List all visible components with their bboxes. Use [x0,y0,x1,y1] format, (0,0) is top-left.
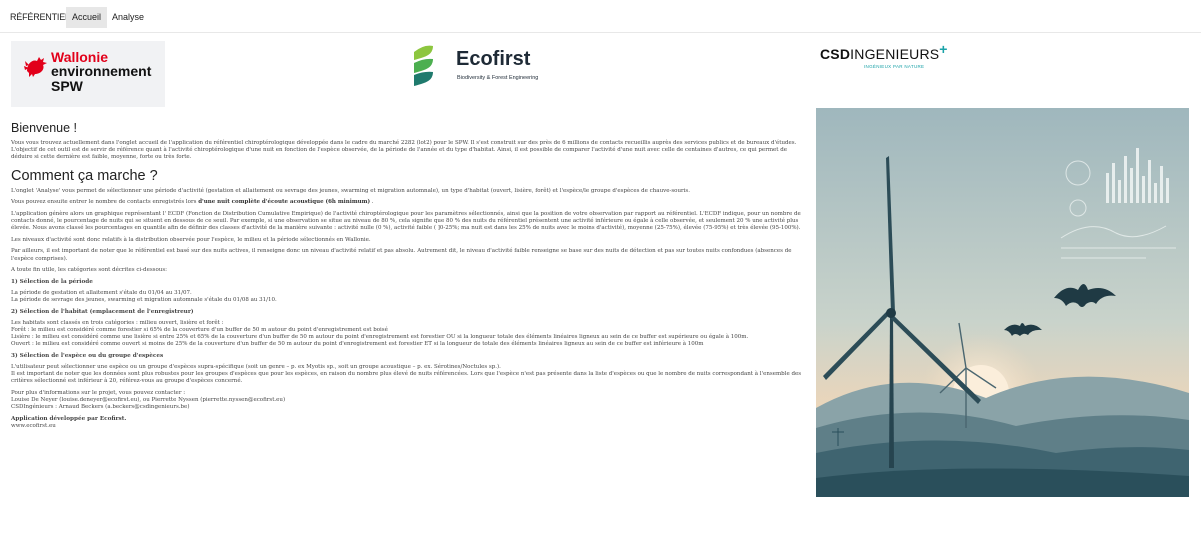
website-link[interactable]: www.ecofirst.eu [11,423,804,430]
period-line1: La période de gestation et allaitement s… [11,289,192,296]
ecofirst-leaf-icon [414,45,433,86]
how-p3: L'application génère alors un graphique … [11,210,801,232]
section-period-text: La période de gestation et allaitement s… [11,290,804,304]
contact-block: Pour plus d'informations sur le projet, … [11,390,804,412]
ecofirst-logo: Ecofirst Biodiversity & Forest Engineeri… [412,40,582,90]
habitat-line3: Lisière : le milieu est considéré comme … [11,333,749,340]
how-p2-bold: d'une nuit complète d'écoute acoustique … [198,199,371,206]
how-p4: Les niveaux d'activité sont donc relatif… [11,236,371,243]
csd-logo: CSDINGENIEURS+ INGÉNIEUX PAR NATURE [820,41,980,76]
section-species-title: 3) Sélection de l'espèce ou du groupe d'… [11,352,164,359]
csd-name-bold: CSD [820,46,851,62]
csd-tagline: INGÉNIEUX PAR NATURE [864,64,925,69]
how-p6: A toute fin utile, les catégories sont d… [11,267,167,274]
section-habitat-text: Les habitats sont classés en trois catég… [11,320,804,349]
how-title: Comment ça marche ? [11,167,158,184]
how-p2: Vous pouvez ensuite entrer le nombre de … [11,199,804,206]
ecofirst-name: Ecofirst [456,48,531,70]
rooster-icon [24,57,47,77]
species-line2: Il est important de noter que les donnée… [11,370,802,385]
contact-line3: CSDIngénieurs : Arnaud Beckers (a.becker… [11,404,190,411]
ecofirst-tagline: Biodiversity & Forest Engineering [457,75,539,81]
tab-accueil[interactable]: Accueil [66,7,108,28]
how-p1: L'onglet 'Analyse' vous permet de sélect… [11,187,690,194]
wallonie-line3: SPW [51,78,83,94]
wallonie-logo: Wallonie environnement SPW [11,41,165,107]
habitat-line2: Forêt : le milieu est considéré comme fo… [11,326,388,333]
how-p2-start: Vous pouvez ensuite entrer le nombre de … [11,199,199,206]
csd-name-rest: INGENIEURS [850,46,940,62]
wallonie-line2: environnement [51,63,152,79]
section-species-text: L'utilisateur peut sélectionner une espè… [11,364,804,386]
app-brand: RÉFÉRENTIEL [10,12,70,22]
how-p5: Par ailleurs, il est important de noter … [11,248,792,262]
habitat-line4: Ouvert : le milieu est considéré comme o… [11,341,704,348]
top-navbar: RÉFÉRENTIEL Accueil Analyse [0,0,1201,33]
how-p2-end: . [370,199,374,206]
species-line1: L'utilisateur peut sélectionner une espè… [11,363,501,370]
credit-text: Application développée par Ecofirst. [11,415,127,422]
habitat-line1: Les habitats sont classés en trois catég… [11,319,224,326]
welcome-title: Bienvenue ! [11,121,78,135]
csd-plus: + [939,41,948,57]
wallonie-line1: Wallonie [51,49,109,65]
main-content: Bienvenue ! Vous vous trouvez actuelleme… [11,121,804,435]
section-habitat-title: 2) Sélection de l'habitat (emplacement d… [11,308,194,315]
contact-line1: Pour plus d'informations sur le projet, … [11,389,186,396]
period-line2: La période de sevrage des jeunes, swarmi… [11,296,277,303]
tab-analyse[interactable]: Analyse [106,7,150,28]
section-period-title: 1) Sélection de la période [11,278,93,285]
wind-turbine-bats-illustration [816,108,1189,497]
csd-name: CSDINGENIEURS+ [820,41,948,62]
contact-line2: Louise De Neyer (louise.deneyer@ecofirst… [11,396,286,403]
welcome-text: Vous vous trouvez actuellement dans l'on… [11,140,797,161]
